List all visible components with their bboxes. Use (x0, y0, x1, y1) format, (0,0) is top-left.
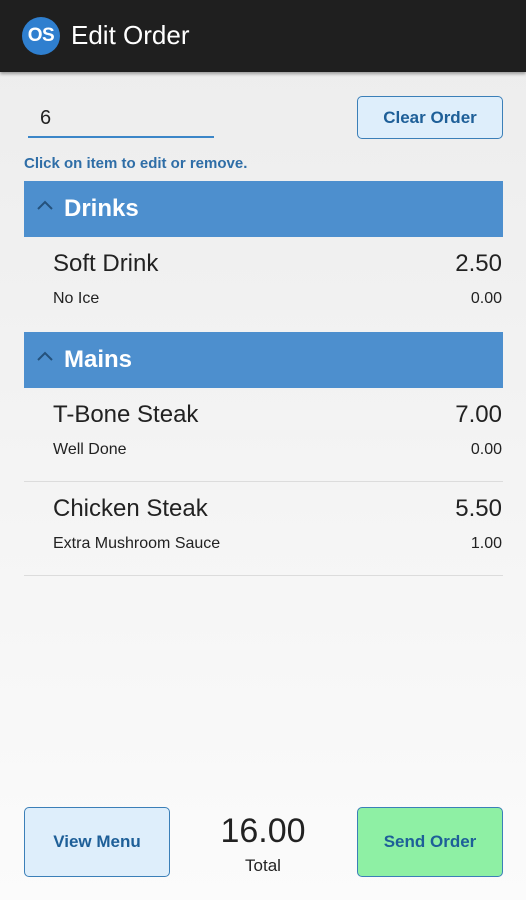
app-logo: OS (22, 17, 60, 55)
item-price: 5.50 (455, 495, 502, 522)
item-modifier-price: 1.00 (470, 535, 502, 552)
category-header-mains[interactable]: Mains (24, 332, 503, 388)
item-modifier-price: 0.00 (470, 290, 502, 307)
view-menu-button[interactable]: View Menu (24, 807, 170, 877)
item-modifier: Well Done (53, 441, 127, 458)
item-name: Chicken Steak (53, 495, 208, 522)
category-header-drinks[interactable]: Drinks (24, 181, 503, 237)
app-bar: OS Edit Order (0, 0, 526, 72)
order-item[interactable]: Soft Drink 2.50 No Ice 0.00 (24, 237, 503, 331)
item-modifier: No Ice (53, 290, 100, 307)
order-total-value: 16.00 (220, 812, 306, 850)
category-title: Drinks (64, 195, 139, 222)
instruction-text: Click on item to edit or remove. (24, 155, 248, 172)
send-order-button[interactable]: Send Order (357, 807, 503, 877)
item-name: Soft Drink (53, 250, 159, 277)
order-item[interactable]: Chicken Steak 5.50 Extra Mushroom Sauce … (24, 482, 503, 576)
item-modifier-price: 0.00 (470, 441, 502, 458)
chevron-up-icon (36, 198, 54, 216)
item-price: 7.00 (455, 401, 502, 428)
chevron-up-icon (36, 349, 54, 367)
item-name: T-Bone Steak (53, 401, 199, 428)
table-number-input[interactable] (28, 100, 214, 138)
item-modifier: Extra Mushroom Sauce (53, 535, 221, 552)
order-item[interactable]: T-Bone Steak 7.00 Well Done 0.00 (24, 388, 503, 482)
page-title: Edit Order (71, 20, 190, 50)
category-title: Mains (64, 346, 133, 373)
clear-order-button[interactable]: Clear Order (357, 96, 503, 139)
item-price: 2.50 (455, 250, 502, 277)
order-total-label: Total (245, 856, 281, 875)
